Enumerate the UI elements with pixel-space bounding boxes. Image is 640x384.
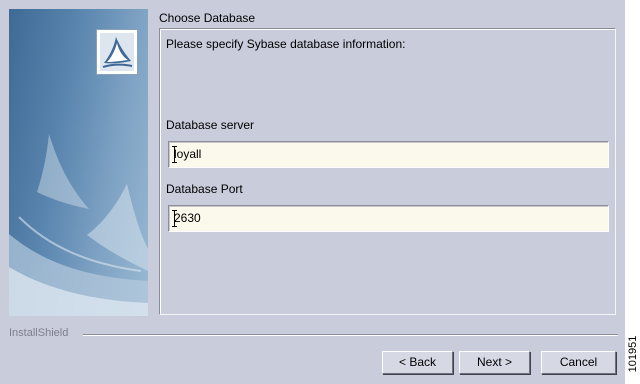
installshield-brand-label: InstallShield bbox=[9, 327, 69, 339]
next-button[interactable]: Next > bbox=[459, 351, 530, 374]
side-banner bbox=[9, 9, 148, 316]
instruction-text: Please specify Sybase database informati… bbox=[166, 37, 406, 51]
installer-logo-icon bbox=[96, 29, 138, 75]
database-port-label: Database Port bbox=[166, 182, 243, 196]
database-port-field[interactable]: 2630 bbox=[168, 205, 609, 232]
database-server-field[interactable]: loyall bbox=[168, 141, 609, 168]
database-server-label: Database server bbox=[166, 118, 255, 132]
figure-number: 101951 bbox=[626, 330, 640, 380]
installer-dialog: Choose Database Please specify Sybase da… bbox=[0, 0, 625, 384]
figure-number-text: 101951 bbox=[627, 335, 639, 373]
text-cursor bbox=[172, 146, 179, 163]
cancel-button[interactable]: Cancel bbox=[541, 351, 616, 374]
text-cursor bbox=[172, 210, 179, 227]
section-title: Choose Database bbox=[159, 11, 256, 25]
footer-divider bbox=[83, 334, 618, 336]
content-panel: Please specify Sybase database informati… bbox=[159, 28, 616, 315]
back-button[interactable]: < Back bbox=[382, 351, 453, 374]
